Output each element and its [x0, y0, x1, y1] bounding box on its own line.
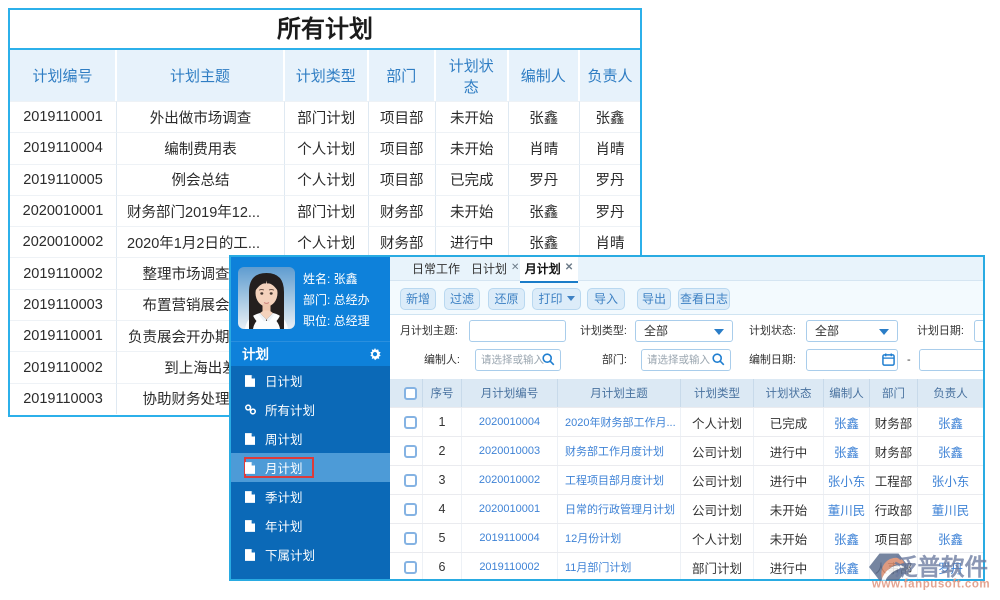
svg-text:www.fanpusoft.com: www.fanpusoft.com	[871, 579, 990, 591]
svg-text:泛普软件: 泛普软件	[894, 553, 988, 580]
